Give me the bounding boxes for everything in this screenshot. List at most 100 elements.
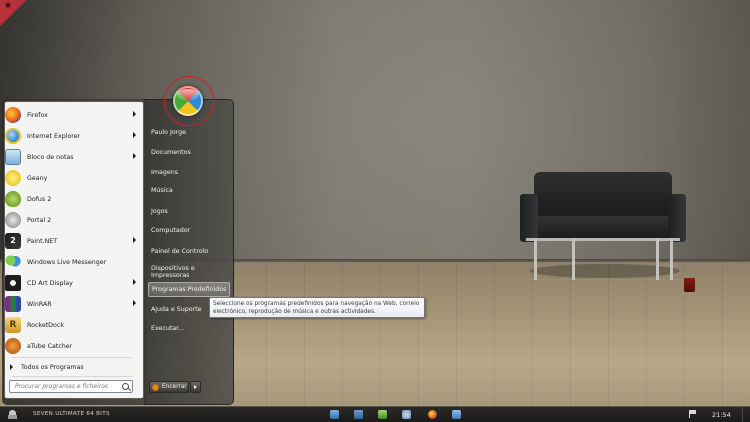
armchair-right-arm bbox=[668, 194, 686, 242]
default-programs-tooltip: Seleccione os programas predefinidos par… bbox=[209, 297, 425, 318]
menu-separator bbox=[12, 357, 132, 358]
rocketdock-icon: R bbox=[5, 317, 21, 333]
place-label: Paulo Jorge bbox=[151, 129, 187, 136]
program-item-firefox[interactable]: Firefox bbox=[5, 105, 138, 125]
submenu-arrow-icon bbox=[133, 279, 136, 285]
program-label: Geany bbox=[27, 174, 48, 182]
armchair-back bbox=[534, 172, 672, 218]
place-label: Executar... bbox=[151, 325, 185, 332]
corner-ribbon: ★ bbox=[0, 0, 26, 26]
internet-explorer-icon bbox=[5, 128, 21, 144]
geany-icon bbox=[5, 170, 21, 186]
program-item-cd-art-display[interactable]: CD Art Display bbox=[5, 273, 138, 293]
place-item-default-programs[interactable]: Programas Predefinidos bbox=[148, 282, 230, 297]
place-label: Dispositivos e Impressoras bbox=[151, 264, 195, 279]
program-label: Paint.NET bbox=[27, 237, 58, 245]
all-programs-label: Todos os Programas bbox=[21, 363, 84, 371]
notepad-icon bbox=[5, 149, 21, 165]
program-item-internet-explorer[interactable]: Internet Explorer bbox=[5, 126, 138, 146]
taskbar: SEVEN ULTIMATE 64 BITS 21:54 bbox=[0, 406, 750, 422]
place-item-devices-printers[interactable]: Dispositivos e Impressoras bbox=[148, 264, 230, 279]
place-item-user[interactable]: Paulo Jorge bbox=[148, 125, 230, 140]
messenger-icon bbox=[5, 254, 21, 270]
dofus-icon bbox=[5, 191, 21, 207]
program-label: Portal 2 bbox=[27, 216, 52, 224]
search-placeholder: Procurar programas e ficheiros bbox=[15, 383, 109, 390]
show-desktop-button[interactable] bbox=[742, 407, 750, 422]
program-item-winrar[interactable]: WinRAR bbox=[5, 294, 138, 314]
cd-art-display-icon bbox=[5, 275, 21, 291]
all-programs-button[interactable]: Todos os Programas bbox=[8, 361, 138, 373]
network-icon[interactable] bbox=[354, 410, 363, 419]
submenu-arrow-icon bbox=[133, 132, 136, 138]
armchair-left-arm bbox=[520, 194, 538, 242]
program-label: Internet Explorer bbox=[27, 132, 81, 140]
program-item-atube-catcher[interactable]: aTube Catcher bbox=[5, 336, 138, 356]
program-label: aTube Catcher bbox=[27, 342, 73, 350]
menu-separator bbox=[12, 376, 132, 377]
place-label: Jogos bbox=[151, 208, 168, 215]
app-green-icon[interactable] bbox=[378, 410, 387, 419]
paint-net-icon: 2 bbox=[5, 233, 21, 249]
program-item-dofus[interactable]: Dofus 2 bbox=[5, 189, 138, 209]
atube-catcher-icon bbox=[5, 338, 21, 354]
clock[interactable]: 21:54 bbox=[712, 411, 731, 419]
tooltip-text: Seleccione os programas predefinidos par… bbox=[213, 301, 420, 315]
place-label: Computador bbox=[151, 227, 191, 234]
taskbar-start-icon[interactable] bbox=[8, 410, 17, 419]
program-item-messenger[interactable]: Windows Live Messenger bbox=[5, 252, 138, 272]
program-item-paint-net[interactable]: 2 Paint.NET bbox=[5, 231, 138, 251]
place-label: Documentos bbox=[151, 149, 191, 156]
settings-icon[interactable] bbox=[402, 410, 411, 419]
flag-icon[interactable] bbox=[689, 410, 697, 418]
place-label: Programas Predefinidos bbox=[152, 286, 227, 293]
winrar-icon bbox=[5, 296, 21, 312]
shutdown-options-button[interactable] bbox=[190, 381, 201, 393]
submenu-arrow-icon bbox=[133, 237, 136, 243]
place-item-control-panel[interactable]: Painel de Controlo bbox=[148, 244, 230, 259]
program-label: Windows Live Messenger bbox=[27, 258, 107, 266]
program-item-portal[interactable]: Portal 2 bbox=[5, 210, 138, 230]
program-label: Bloco de notas bbox=[27, 153, 74, 161]
program-label: Dofus 2 bbox=[27, 195, 52, 203]
program-item-rocketdock[interactable]: R RocketDock bbox=[5, 315, 138, 335]
place-label: Painel de Controlo bbox=[151, 248, 209, 255]
highlight-ring bbox=[164, 76, 214, 126]
search-input[interactable]: Procurar programas e ficheiros bbox=[9, 380, 133, 393]
explorer-icon[interactable] bbox=[452, 410, 461, 419]
program-label: WinRAR bbox=[27, 300, 52, 308]
submenu-arrow-icon bbox=[133, 153, 136, 159]
armchair-leg bbox=[670, 238, 673, 280]
place-item-run[interactable]: Executar... bbox=[148, 321, 230, 336]
armchair-leg bbox=[534, 238, 537, 280]
place-label: Ajuda e Suporte bbox=[151, 306, 202, 313]
portal-icon bbox=[5, 212, 21, 228]
program-item-notepad[interactable]: Bloco de notas bbox=[5, 147, 138, 167]
shutdown-button[interactable]: Encerrar bbox=[149, 381, 189, 393]
firefox-icon bbox=[5, 107, 21, 123]
start-menu: Firefox Internet Explorer Bloco de notas… bbox=[2, 99, 234, 405]
firefox-taskbar-icon[interactable] bbox=[428, 410, 437, 419]
place-label: Música bbox=[151, 187, 173, 194]
submenu-arrow-icon bbox=[133, 111, 136, 117]
shutdown-label: Encerrar bbox=[162, 384, 187, 390]
search-icon[interactable] bbox=[122, 383, 129, 390]
program-label: Firefox bbox=[27, 111, 48, 119]
monitor-icon[interactable] bbox=[330, 410, 339, 419]
place-item-computer[interactable]: Computador bbox=[148, 223, 230, 238]
star-icon: ★ bbox=[4, 1, 13, 11]
taskbar-edition-label: SEVEN ULTIMATE 64 BITS bbox=[33, 411, 110, 417]
red-cup-image bbox=[684, 278, 695, 292]
place-label: Imagens bbox=[151, 169, 178, 176]
place-item-music[interactable]: Música bbox=[148, 183, 230, 198]
program-label: RocketDock bbox=[27, 321, 64, 329]
place-item-pictures[interactable]: Imagens bbox=[148, 165, 230, 180]
armchair-seat bbox=[528, 216, 678, 240]
all-programs-arrow-icon bbox=[10, 364, 13, 370]
place-item-games[interactable]: Jogos bbox=[148, 204, 230, 219]
program-item-geany[interactable]: Geany bbox=[5, 168, 138, 188]
place-item-documents[interactable]: Documentos bbox=[148, 145, 230, 160]
submenu-arrow-icon bbox=[133, 300, 136, 306]
armchair-leg bbox=[572, 238, 575, 280]
armchair-leg bbox=[656, 238, 659, 280]
